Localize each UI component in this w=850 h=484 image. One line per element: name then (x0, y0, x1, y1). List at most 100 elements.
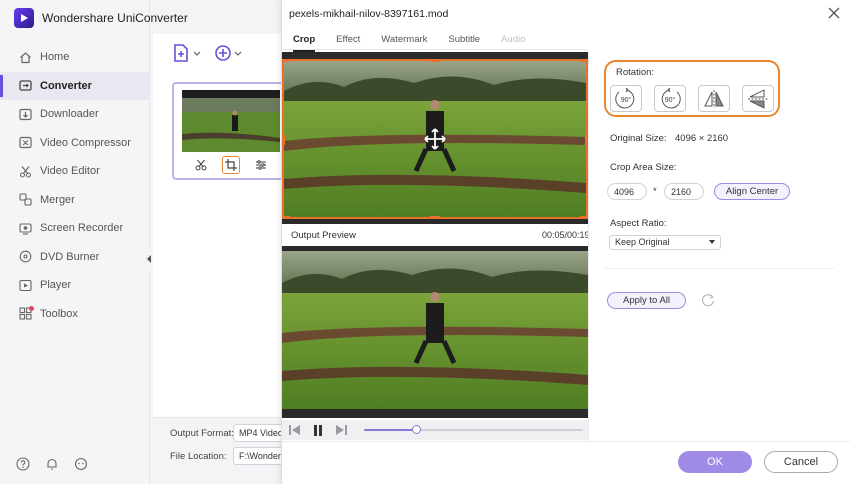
original-size-value: 4096 × 2160 (675, 133, 729, 144)
add-screen-button[interactable] (215, 44, 243, 62)
crop-corner-top-left[interactable] (282, 59, 290, 62)
sidebar-item-dvd-burner[interactable]: DVD Burner (0, 243, 150, 272)
ok-button[interactable]: OK (678, 451, 752, 473)
move-cursor-icon (424, 128, 446, 150)
dialog-title: pexels-mikhail-nilov-8397161.mod (289, 8, 449, 20)
app-logo-icon (14, 8, 34, 28)
sidebar-item-video-editor[interactable]: Video Editor (0, 157, 150, 186)
feedback-icon[interactable] (74, 457, 90, 473)
settings-divider (604, 268, 834, 269)
sidebar-item-downloader[interactable]: Downloader (0, 100, 150, 129)
app-title: Wondershare UniConverter (42, 11, 188, 25)
rotate-left-button[interactable]: 90° (610, 85, 642, 112)
record-icon (18, 221, 32, 235)
sidebar-footer (16, 457, 90, 473)
sidebar-item-converter[interactable]: Converter (0, 71, 150, 100)
file-thumbnail-card[interactable] (172, 82, 284, 180)
sidebar-item-label: Toolbox (40, 307, 78, 320)
tab-effect[interactable]: Effect (325, 33, 360, 49)
align-center-button[interactable]: Align Center (714, 183, 790, 200)
rotate-right-button[interactable]: 90° (654, 85, 686, 112)
converter-icon (18, 79, 32, 93)
add-file-icon (174, 44, 201, 62)
next-frame-button[interactable] (335, 424, 347, 436)
pause-icon (314, 424, 322, 436)
original-size-label: Original Size: (610, 133, 667, 144)
sidebar-item-video-compressor[interactable]: Video Compressor (0, 129, 150, 158)
close-button[interactable] (828, 7, 840, 19)
output-preview-frame (282, 251, 588, 409)
crop-icon (225, 159, 237, 171)
notification-badge (29, 305, 34, 311)
flip-vertical-icon (748, 88, 768, 109)
chevron-down-icon (709, 240, 715, 244)
merge-icon (18, 193, 32, 207)
crop-width-input[interactable] (607, 183, 647, 200)
aspect-ratio-value: Keep Original (615, 237, 670, 247)
flip-horizontal-icon (704, 89, 724, 108)
disc-icon (18, 250, 32, 264)
pause-button[interactable] (312, 424, 324, 436)
sidebar-item-home[interactable]: Home (0, 43, 150, 72)
rotate-left-text: 90° (621, 96, 632, 104)
sidebar-item-screen-recorder[interactable]: Screen Recorder (0, 214, 150, 243)
bell-icon[interactable] (45, 457, 61, 473)
help-icon[interactable] (16, 457, 32, 473)
crop-button[interactable] (222, 156, 240, 174)
file-location-label: File Location: (170, 451, 227, 462)
file-thumbnail (182, 90, 280, 152)
play-icon (18, 278, 32, 292)
cancel-button[interactable]: Cancel (764, 451, 838, 473)
reset-icon[interactable] (701, 293, 715, 307)
playback-handle[interactable] (412, 425, 422, 434)
sidebar: Wondershare UniConverter Home Converter … (0, 0, 188, 484)
apply-to-all-button[interactable]: Apply to All (607, 292, 686, 309)
sidebar-item-merger[interactable]: Merger (0, 186, 150, 215)
crop-corner-top-right[interactable] (580, 59, 588, 62)
editor-tabs: Crop Effect Watermark Subtitle Audio (282, 33, 588, 52)
crop-corner-bottom-right[interactable] (580, 216, 588, 219)
sidebar-nav: Home Converter Downloader Video Compress… (0, 43, 150, 328)
sidebar-item-label: Merger (40, 193, 75, 206)
home-icon (18, 50, 32, 64)
skip-back-icon (289, 425, 300, 435)
output-video-image (282, 251, 588, 409)
sidebar-item-player[interactable]: Player (0, 271, 150, 300)
sidebar-item-label: Downloader (40, 108, 99, 121)
output-format-label: Output Format: (170, 428, 234, 439)
previous-frame-button[interactable] (289, 424, 301, 436)
thumbnail-tools (182, 156, 280, 174)
downloader-icon (18, 107, 32, 121)
rotate-left-icon: 90° (615, 87, 635, 108)
sidebar-item-label: Converter (40, 79, 92, 92)
tab-subtitle[interactable]: Subtitle (437, 33, 480, 49)
sidebar-item-label: Screen Recorder (40, 222, 124, 235)
rotation-label: Rotation: (616, 67, 655, 78)
sidebar-item-label: Video Compressor (40, 136, 131, 149)
converter-bottom-bar: Output Format: MP4 Video File Location: … (153, 417, 293, 484)
tab-crop[interactable]: Crop (282, 33, 316, 52)
flip-vertical-button[interactable] (742, 85, 774, 112)
aspect-ratio-label: Aspect Ratio: (610, 218, 667, 229)
compress-icon (18, 136, 32, 150)
playback-slider[interactable] (364, 425, 583, 434)
playback-progress (364, 429, 417, 431)
add-file-button[interactable] (173, 44, 201, 62)
trim-button[interactable] (192, 156, 210, 174)
aspect-ratio-select[interactable]: Keep Original (609, 235, 721, 250)
sidebar-item-label: Player (40, 279, 72, 292)
scissors-icon (195, 159, 207, 171)
tab-watermark[interactable]: Watermark (370, 33, 427, 49)
sidebar-item-label: DVD Burner (40, 250, 100, 263)
crop-height-input[interactable] (664, 183, 704, 200)
flip-horizontal-button[interactable] (698, 85, 730, 112)
crop-handle-top[interactable] (430, 59, 440, 62)
crop-handle-bottom[interactable] (430, 216, 440, 219)
playback-time: 00:05/00:19 (542, 230, 590, 240)
crop-corner-bottom-left[interactable] (282, 216, 290, 219)
sidebar-item-toolbox[interactable]: Toolbox (0, 300, 150, 329)
sidebar-item-label: Video Editor (40, 165, 100, 178)
effects-button[interactable] (252, 156, 270, 174)
crop-handle-left[interactable] (282, 135, 285, 145)
add-media-icon (215, 45, 242, 61)
